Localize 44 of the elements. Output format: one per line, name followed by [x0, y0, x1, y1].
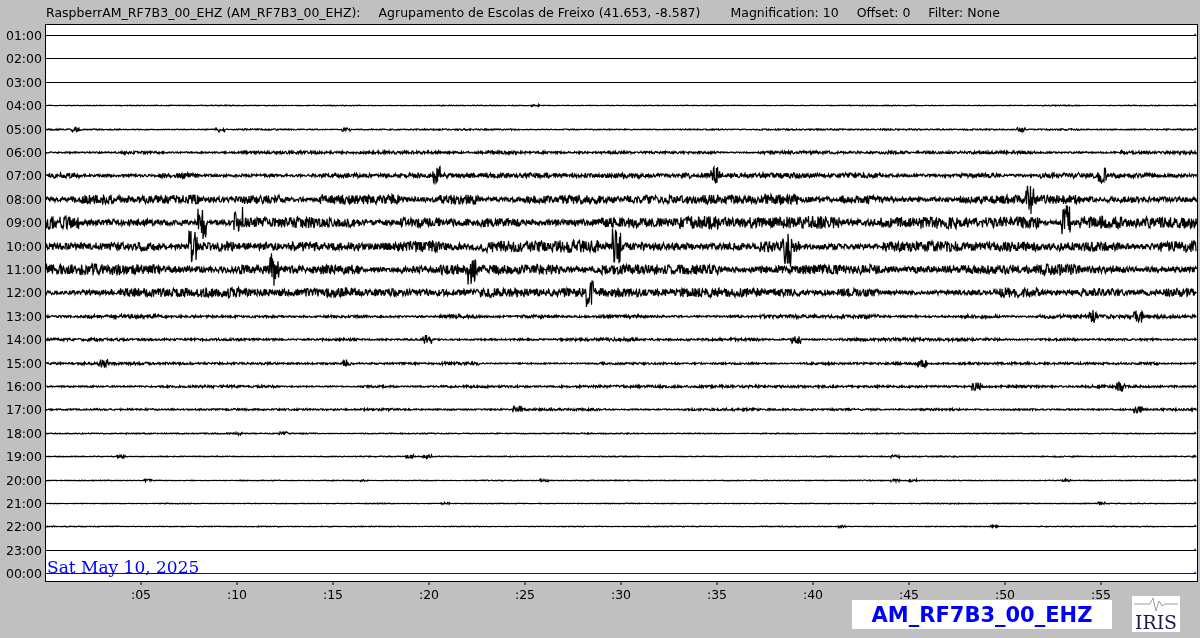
hour-label: 20:00 — [5, 473, 42, 488]
hour-label: 11:00 — [5, 262, 42, 277]
hour-label: 14:00 — [5, 332, 42, 347]
minute-tick-label: :25 — [514, 587, 536, 602]
hour-label: 10:00 — [5, 239, 42, 254]
hour-label: 19:00 — [5, 449, 42, 464]
hour-label: 00:00 — [5, 566, 42, 581]
minute-tick-label: :35 — [706, 587, 728, 602]
hour-label: 07:00 — [5, 168, 42, 183]
minute-tick-label: :20 — [418, 587, 440, 602]
logo-drawing — [1132, 596, 1180, 632]
station-label: AM_RF7B3_00_EHZ — [852, 600, 1112, 629]
hour-label: 18:00 — [5, 426, 42, 441]
filter-text: Filter: None — [928, 4, 1000, 20]
hour-label: 09:00 — [5, 215, 42, 230]
minute-tick-label: :45 — [898, 587, 920, 602]
hour-label: 02:00 — [5, 51, 42, 66]
minute-tick-label: :05 — [130, 587, 152, 602]
logo-text: IRIS — [1135, 612, 1176, 633]
hour-label: 22:00 — [5, 519, 42, 534]
minute-tick-label: :40 — [802, 587, 824, 602]
offset-text: Offset: 0 — [856, 4, 911, 20]
hour-label: 06:00 — [5, 145, 42, 160]
location-text: Agrupamento de Escolas de Freixo (41.653, -8.587) — [378, 4, 701, 20]
date-label: Sat May 10, 2025 — [47, 557, 200, 577]
hour-label: 13:00 — [5, 309, 42, 324]
minute-tick-label: :30 — [610, 587, 632, 602]
hour-label: 04:00 — [5, 98, 42, 113]
hour-label: 15:00 — [5, 356, 42, 371]
hour-label: 21:00 — [5, 496, 42, 511]
minute-tick-label: :15 — [322, 587, 344, 602]
minute-tick-label: :55 — [1090, 587, 1112, 602]
minute-tick-label: :10 — [226, 587, 248, 602]
hour-label: 05:00 — [5, 122, 42, 137]
hour-label: 01:00 — [5, 28, 42, 43]
magnification-text: Magnification: 10 — [730, 4, 839, 20]
minute-tick-label: :50 — [994, 587, 1016, 602]
hour-label: 03:00 — [5, 75, 42, 90]
hour-label: 17:00 — [5, 402, 42, 417]
station-title: RaspberrAM_RF7B3_00_EHZ (AM_RF7B3_00_EHZ): — [46, 4, 361, 20]
hour-label: 23:00 — [5, 543, 42, 558]
hour-label: 12:00 — [5, 285, 42, 300]
hour-label: 16:00 — [5, 379, 42, 394]
hour-label: 08:00 — [5, 192, 42, 207]
